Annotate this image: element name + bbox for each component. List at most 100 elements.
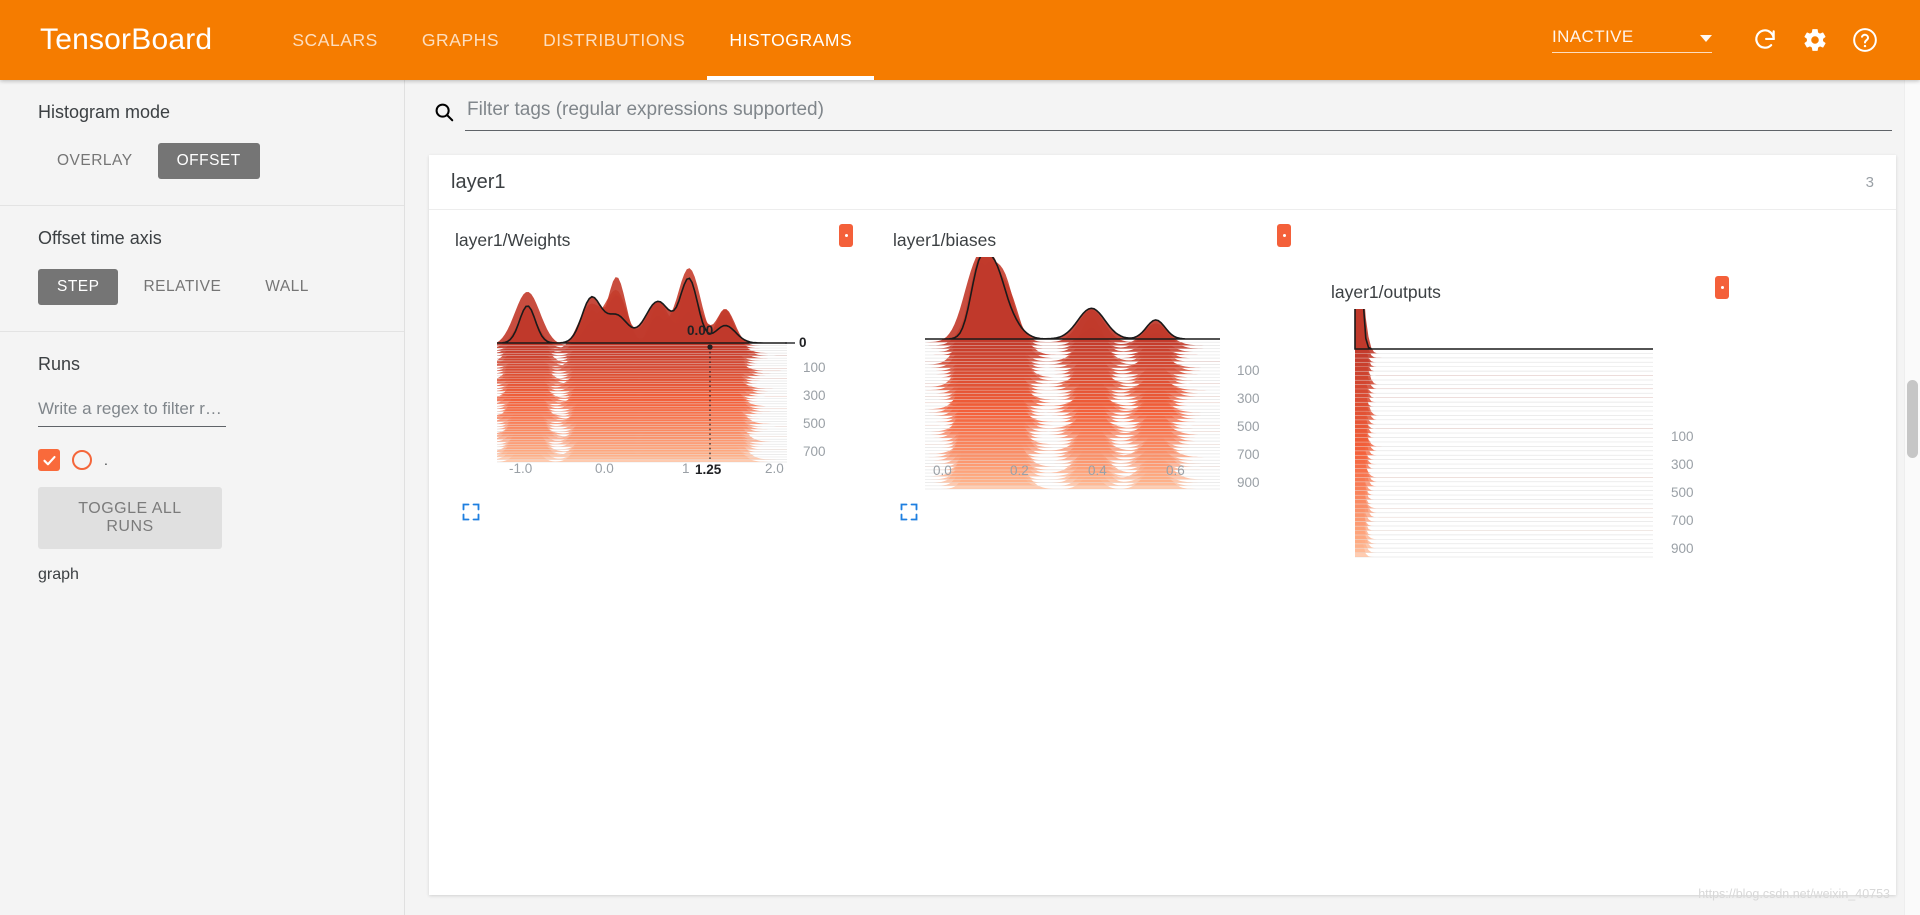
chart-biases-ytick-100: 100	[1237, 363, 1260, 378]
tab-scalars[interactable]: SCALARS	[270, 0, 400, 80]
chart-weights-xtick-2: 1	[682, 461, 690, 476]
histogram-ridge	[1355, 354, 1653, 411]
toggle-all-runs-button[interactable]: TOGGLE ALL RUNS	[38, 487, 222, 549]
histogram-mode-overlay-button[interactable]: OVERLAY	[38, 143, 152, 179]
histogram-ridge	[1355, 497, 1653, 535]
chart-outputs-ytick-500: 500	[1671, 485, 1694, 500]
refresh-icon[interactable]	[1740, 15, 1790, 65]
app-logo-title: TensorBoard	[40, 23, 213, 56]
histogram-ridge	[1355, 472, 1653, 518]
left-sidebar: Histogram mode OVERLAY OFFSET Offset tim…	[0, 80, 405, 915]
chart-title-weights: layer1/Weights	[455, 230, 571, 250]
chart-header-outputs: layer1/outputs	[1323, 276, 1741, 303]
run-chip-icon[interactable]	[839, 224, 853, 247]
runs-section: Runs . TOGGLE ALL RUNS graph	[0, 332, 404, 610]
histogram-ridge	[1355, 392, 1653, 442]
chart-card-outputs: layer1/outputs 100 300 500 700 900	[1323, 276, 1741, 558]
tag-group-name: layer1	[451, 170, 506, 193]
histogram-ridge	[1355, 400, 1653, 456]
chart-biases-xtick-3: 0.6	[1166, 463, 1185, 478]
histogram-mode-section: Histogram mode OVERLAY OFFSET	[0, 80, 404, 206]
histogram-ridge	[1355, 309, 1653, 372]
offset-time-axis-title: Offset time axis	[38, 228, 162, 248]
tag-filter-input[interactable]	[465, 98, 1892, 122]
offset-time-axis-buttons: STEP RELATIVE WALL	[38, 269, 366, 305]
run-chip-icon[interactable]	[1277, 224, 1291, 247]
histogram-plot-weights[interactable]: 0 100 300 500 700 -1.0 0.0 1 2.0 0.00 1.…	[447, 257, 865, 502]
histogram-ridge	[1355, 434, 1653, 487]
time-axis-relative-button[interactable]: RELATIVE	[124, 269, 240, 305]
histogram-ridge	[1355, 309, 1653, 354]
nav-tabs: SCALARS GRAPHS DISTRIBUTIONS HISTOGRAMS	[270, 0, 875, 80]
chart-header-biases: layer1/biases	[885, 224, 1303, 251]
histogram-ridge	[1355, 463, 1653, 504]
chart-outputs-ytick-100: 100	[1671, 429, 1694, 444]
histogram-ridge	[1355, 371, 1653, 429]
search-icon	[433, 101, 455, 128]
histogram-mode-offset-button[interactable]: OFFSET	[157, 143, 260, 179]
chart-biases-ytick-500: 500	[1237, 419, 1260, 434]
histogram-ridge	[1354, 309, 1653, 350]
chart-weights-hover-value: 0.00	[687, 323, 713, 338]
chart-title-outputs: layer1/outputs	[1331, 282, 1441, 302]
chart-biases-ytick-900: 900	[1237, 475, 1260, 490]
chart-weights-xtick-3: 2.0	[765, 461, 784, 476]
tag-group-header[interactable]: layer1 3	[429, 155, 1896, 210]
time-axis-step-button[interactable]: STEP	[38, 269, 119, 305]
chart-header-weights: layer1/Weights	[447, 224, 865, 251]
histogram-ridge	[1355, 311, 1653, 389]
charts-grid: layer1/Weights 0 100 300 500 700 -1.0 0.…	[429, 210, 1896, 558]
chart-biases-ytick-700: 700	[1237, 447, 1260, 462]
time-axis-wall-button[interactable]: WALL	[246, 269, 328, 305]
watermark-text: https://blog.csdn.net/weixin_40753	[1698, 887, 1890, 901]
histogram-ridge	[1355, 531, 1653, 557]
chart-outputs-ytick-700: 700	[1671, 513, 1694, 528]
histogram-ridge	[1355, 367, 1653, 434]
run-chip-icon[interactable]	[1715, 276, 1729, 299]
histogram-mode-buttons: OVERLAY OFFSET	[38, 143, 366, 179]
run-selector-row: .	[38, 449, 366, 471]
chart-weights-ytick-700: 700	[803, 444, 826, 459]
expand-chart-icon-biases[interactable]	[899, 503, 919, 526]
histogram-ridge	[1355, 427, 1653, 482]
tag-filter-bar	[405, 80, 1920, 131]
chart-card-weights: layer1/Weights 0 100 300 500 700 -1.0 0.…	[447, 224, 865, 554]
histogram-ridge	[1355, 454, 1653, 496]
histogram-ridge	[1355, 315, 1653, 380]
histogram-ridge	[1355, 493, 1653, 527]
chart-biases-xtick-2: 0.4	[1088, 463, 1107, 478]
offset-time-axis-section: Offset time axis STEP RELATIVE WALL	[0, 206, 404, 332]
chevron-down-icon	[1700, 35, 1712, 42]
histogram-ridge	[1355, 411, 1653, 460]
chart-biases-ytick-300: 300	[1237, 391, 1260, 406]
histogram-ridge	[1355, 328, 1653, 394]
scrollbar-thumb[interactable]	[1907, 380, 1918, 458]
tab-distributions[interactable]: DISTRIBUTIONS	[521, 0, 707, 80]
chart-weights-hover-x: 1.25	[695, 462, 722, 477]
histogram-mode-title: Histogram mode	[38, 102, 171, 122]
histogram-ridge	[1355, 469, 1653, 509]
settings-gear-icon[interactable]	[1790, 15, 1840, 65]
run-checkbox-checked[interactable]	[38, 449, 60, 471]
histogram-plot-biases[interactable]: 100 300 500 700 900 0.0 0.2 0.4 0.6	[885, 257, 1303, 502]
histogram-ridge	[1355, 323, 1653, 403]
histogram-ridge	[1355, 309, 1653, 376]
chart-weights-ytick-100: 100	[803, 360, 826, 375]
tab-graphs[interactable]: GRAPHS	[400, 0, 521, 80]
tag-filter-line	[465, 98, 1892, 131]
chart-weights-xtick-0: -1.0	[509, 461, 532, 476]
status-label: INACTIVE	[1552, 27, 1634, 46]
help-question-icon[interactable]	[1840, 15, 1890, 65]
vertical-scrollbar[interactable]	[1904, 80, 1920, 915]
reload-status-dropdown[interactable]: INACTIVE	[1552, 27, 1712, 53]
chart-weights-ytick-0: 0	[799, 335, 807, 350]
histogram-plot-outputs[interactable]: 100 300 500 700 900	[1323, 309, 1741, 558]
run-marker-label: .	[104, 452, 108, 468]
tab-histograms[interactable]: HISTOGRAMS	[707, 0, 875, 80]
runs-regex-input[interactable]	[38, 395, 226, 427]
top-navigation-bar: TensorBoard SCALARS GRAPHS DISTRIBUTIONS…	[0, 0, 1920, 80]
chart-title-biases: layer1/biases	[893, 230, 997, 250]
expand-chart-icon-weights[interactable]	[461, 503, 481, 526]
histogram-ridge	[1355, 429, 1653, 478]
main-content: layer1 3 layer1/Weights	[405, 80, 1920, 915]
